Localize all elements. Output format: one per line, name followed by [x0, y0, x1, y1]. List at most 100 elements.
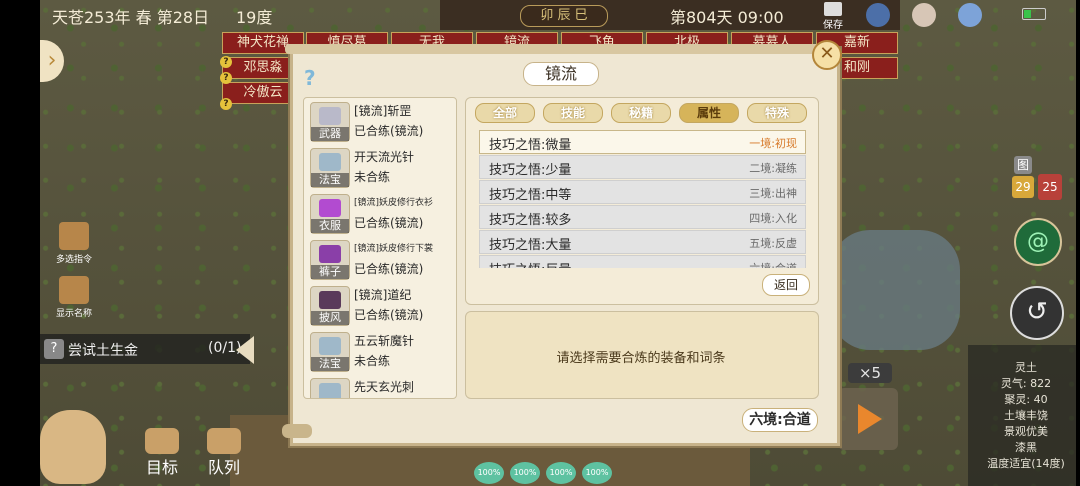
tile-info-line: 漆黑	[1015, 441, 1037, 454]
item-status: 未合练	[354, 170, 391, 184]
attribute-level: 二境:凝练	[749, 162, 797, 175]
attribute-row[interactable]: 技巧之悟:少量 二境:凝练	[479, 155, 806, 179]
show-names-button[interactable]: 显示名称	[48, 276, 100, 319]
badge-right: 25	[1038, 174, 1062, 200]
badge-left: 29	[1012, 176, 1034, 198]
tile-info: 灵土 灵气: 822 聚灵: 40 土壤丰饶 景观优美 漆黑 温度适宜(14度)	[976, 360, 1076, 472]
badge-top: 图	[1014, 156, 1032, 174]
realm-button[interactable]: 六境:合道	[742, 408, 818, 432]
queue-label: 队列	[207, 458, 240, 477]
attribute-level: 一境:初现	[749, 137, 797, 150]
temperature: 19度	[236, 8, 273, 27]
day-time: 第804天 09:00	[670, 8, 784, 27]
list-item[interactable]: 法宝 五云斩魔针 未合练	[304, 328, 456, 374]
gear-icon[interactable]	[958, 3, 982, 27]
attribute-row[interactable]: 技巧之悟:巨量 六境:合道	[479, 255, 806, 268]
tab-attributes[interactable]: 属性	[679, 103, 739, 123]
question-icon: ?	[220, 72, 232, 84]
attribute-name: 技巧之悟:中等	[489, 188, 572, 203]
show-names-label: 显示名称	[55, 309, 92, 319]
treasure-icon: 法宝	[310, 148, 350, 188]
tab-skills[interactable]: 技能	[543, 103, 603, 123]
attribute-level: 四境:入化	[749, 212, 797, 225]
pants-icon: 裤子	[310, 240, 350, 280]
tile-info-line: 聚灵: 40	[1004, 393, 1048, 406]
palette-icon[interactable]	[912, 3, 936, 27]
tile-info-line: 景观优美	[1004, 425, 1048, 438]
list-item[interactable]: 法宝 先天玄光刺	[304, 374, 456, 398]
list-item[interactable]: 武器 [镜流]斩罡 已合练(镜流)	[304, 98, 456, 144]
attribute-row[interactable]: 技巧之悟:大量 五境:反虚	[479, 230, 806, 254]
eye-icon	[59, 276, 89, 304]
gate-icon	[145, 428, 179, 454]
attribute-list[interactable]: 技巧之悟:微量 一境:初现 技巧之悟:少量 二境:凝练 技巧之悟:中等 三境:出…	[476, 128, 808, 268]
attribute-row[interactable]: 技巧之悟:微量 一境:初现	[479, 130, 806, 154]
question-icon: ?	[220, 98, 232, 110]
tab-manuals[interactable]: 秘籍	[611, 103, 671, 123]
back-button[interactable]: 返回	[762, 274, 810, 296]
scroll-bottom-decoration	[282, 424, 312, 438]
list-item[interactable]: 衣服 [镜流]妖皮修行衣衫 已合练(镜流)	[304, 190, 456, 236]
save-label: 保存	[823, 20, 843, 31]
attribute-name: 技巧之悟:少量	[489, 163, 572, 178]
treasure-icon: 法宝	[310, 378, 350, 398]
progress-label: 100%	[546, 462, 576, 484]
attribute-name: 技巧之悟:大量	[489, 238, 572, 253]
modal-title: 镜流	[523, 62, 599, 86]
tab-special[interactable]: 特殊	[747, 103, 807, 123]
item-name: 先天玄光刺	[354, 380, 415, 394]
list-item[interactable]: 法宝 开天流光针 未合练	[304, 144, 456, 190]
item-type: 武器	[311, 127, 349, 141]
item-status: 未合练	[354, 354, 391, 368]
goal-button[interactable]: 目标	[132, 428, 192, 478]
attribute-name: 技巧之悟:较多	[489, 213, 572, 228]
pond	[830, 230, 960, 350]
save-button[interactable]: 保存	[818, 2, 848, 31]
bottom-action-bar: 100% 100% 100% 100%	[430, 454, 700, 484]
arrows-icon	[59, 222, 89, 250]
play-button[interactable]	[838, 388, 898, 450]
gourd-icon[interactable]	[40, 410, 106, 484]
screen-edge-left	[0, 0, 40, 486]
close-button[interactable]: ✕	[812, 40, 842, 70]
item-status: 已合练(镜流)	[354, 262, 424, 276]
item-type: 衣服	[311, 219, 349, 233]
question-icon: ?	[44, 339, 64, 359]
attribute-level: 六境:合道	[749, 260, 797, 268]
item-name: 开天流光针	[354, 150, 415, 164]
tab-all[interactable]: 全部	[475, 103, 535, 123]
queue-button[interactable]: 队列	[194, 428, 254, 478]
help-button[interactable]: ?	[304, 66, 316, 90]
list-item[interactable]: 裤子 [镜流]妖皮修行下裳 已合练(镜流)	[304, 236, 456, 282]
item-status: 已合练(镜流)	[354, 308, 424, 322]
progress-label: 100%	[474, 462, 504, 484]
item-type: 裤子	[311, 265, 349, 279]
item-type: 披风	[311, 311, 349, 325]
speed-indicator[interactable]: ×5	[848, 363, 892, 383]
map-icon[interactable]	[866, 3, 890, 27]
tile-info-line: 温度适宜(14度)	[987, 457, 1065, 470]
clothes-icon: 衣服	[310, 194, 350, 234]
spirit-swirl-icon[interactable]: @	[1014, 218, 1062, 266]
cloak-icon: 披风	[310, 286, 350, 326]
battery-icon	[1022, 8, 1046, 20]
quest-tracker[interactable]: ? 尝试土生金 (0/1)	[40, 334, 250, 364]
item-name: [镜流]妖皮修行下裳	[354, 244, 434, 254]
fusion-hint: 请选择需要合炼的装备和词条	[556, 351, 726, 366]
item-name: [镜流]道纪	[354, 288, 412, 302]
collapse-triangle-icon[interactable]	[236, 336, 254, 364]
question-icon: ?	[220, 56, 232, 68]
quest-text: 尝试土生金	[68, 343, 138, 359]
list-item[interactable]: 披风 [镜流]道纪 已合练(镜流)	[304, 282, 456, 328]
attribute-row[interactable]: 技巧之悟:较多 四境:入化	[479, 205, 806, 229]
treasure-icon: 法宝	[310, 332, 350, 372]
equipment-list[interactable]: 武器 [镜流]斩罡 已合练(镜流) 法宝 开天流光针 未合练 衣服 [镜流]妖皮…	[303, 97, 457, 399]
multi-select-button[interactable]: 多选指令	[48, 222, 100, 265]
attribute-row[interactable]: 技巧之悟:中等 三境:出神	[479, 180, 806, 204]
item-name: [镜流]妖皮修行衣衫	[354, 198, 434, 208]
scroll-top-decoration	[285, 44, 839, 54]
item-name: 五云斩魔针	[354, 334, 415, 348]
progress-label: 100%	[510, 462, 540, 484]
weapon-icon: 武器	[310, 102, 350, 142]
undo-button[interactable]: ↺	[1010, 286, 1064, 340]
